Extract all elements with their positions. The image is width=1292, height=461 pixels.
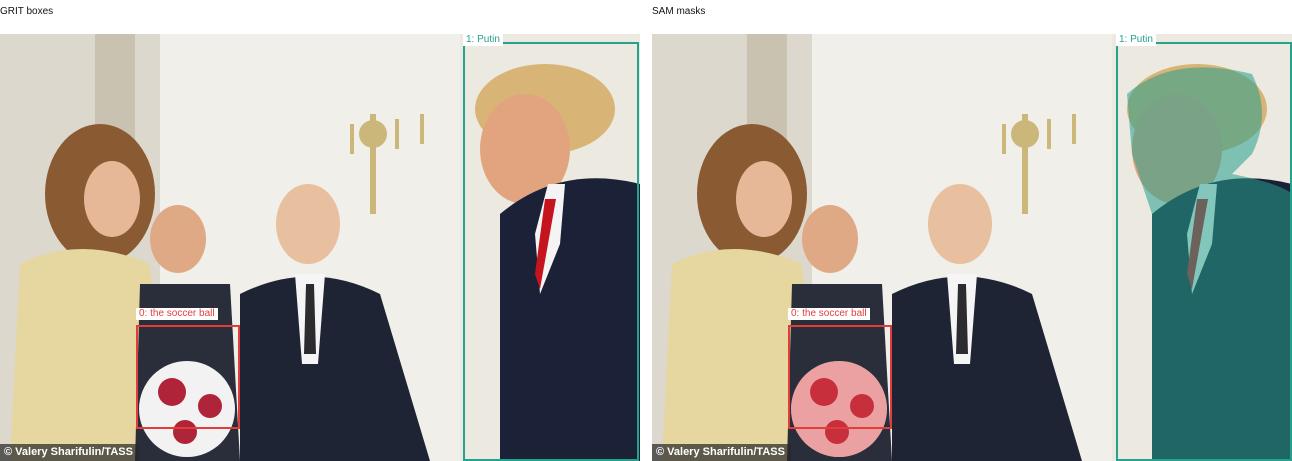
right-panel-title: SAM masks [652,6,706,17]
right-box-putin-label: 1: Putin [1116,34,1156,46]
left-box-putin [463,42,639,461]
right-box-soccer-ball [788,325,892,429]
right-box-soccer-ball-label: 0: the soccer ball [788,308,870,320]
left-photo-credit: © Valery Sharifulin/TASS [0,444,139,461]
right-photo-credit: © Valery Sharifulin/TASS [652,444,791,461]
right-box-putin [1116,42,1292,461]
left-panel-title: GRIT boxes [0,6,54,17]
left-box-soccer-ball [136,325,240,429]
left-box-soccer-ball-label: 0: the soccer ball [136,308,218,320]
left-box-putin-label: 1: Putin [463,34,503,46]
